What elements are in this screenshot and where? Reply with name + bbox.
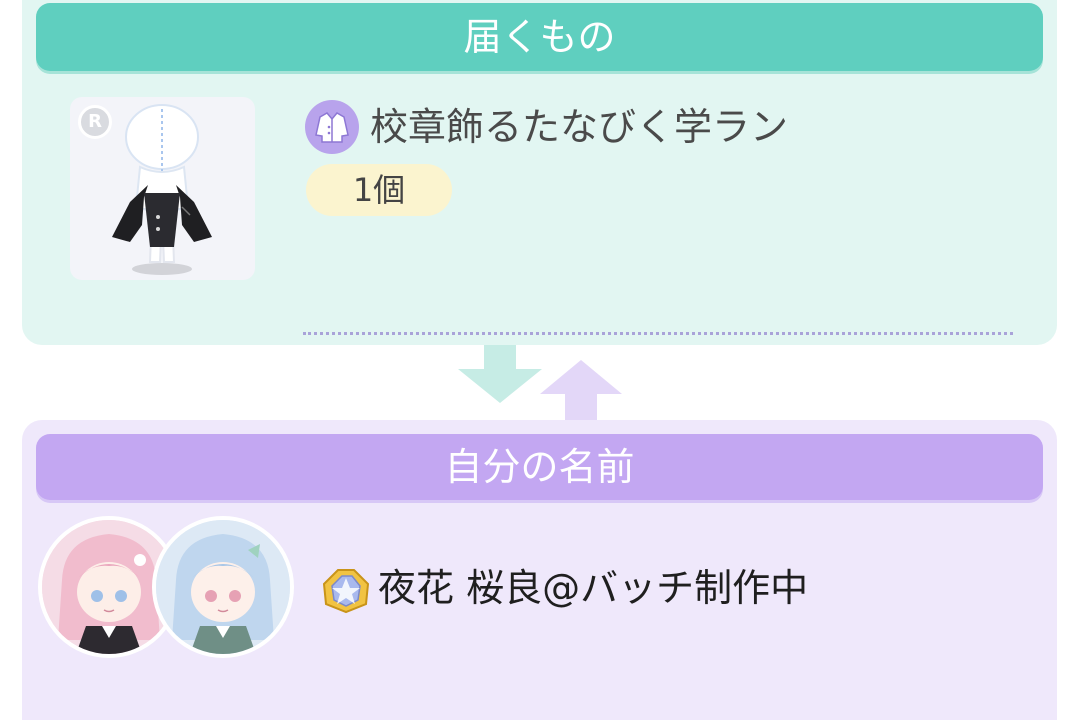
- dotted-divider: [303, 332, 1013, 335]
- jacket-icon: [305, 100, 359, 154]
- sender-name: 夜花 桜良@バッチ制作中: [378, 566, 809, 610]
- arrow-down-icon: [458, 345, 542, 403]
- item-thumbnail[interactable]: R: [70, 97, 255, 280]
- outfit-preview-image: [112, 104, 212, 275]
- item-quantity: 1個: [306, 164, 452, 216]
- avatar[interactable]: [152, 516, 294, 658]
- item-name: 校章飾るたなびく学ラン: [370, 105, 789, 149]
- gold-badge-icon: [322, 569, 370, 614]
- sender-header: 自分の名前: [36, 434, 1043, 500]
- delivery-header: 届くもの: [36, 3, 1043, 71]
- arrow-up-icon: [540, 360, 622, 422]
